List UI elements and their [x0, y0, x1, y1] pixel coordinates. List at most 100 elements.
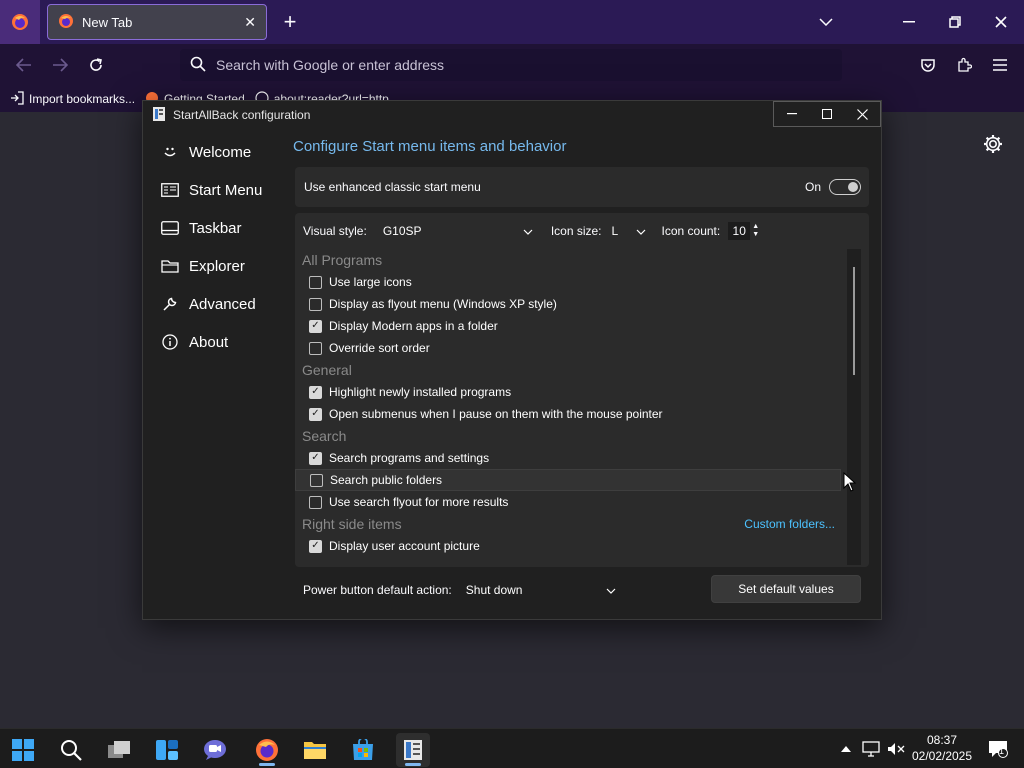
- widgets-icon[interactable]: [150, 733, 184, 767]
- notification-count: 1: [999, 746, 1005, 756]
- tab-new-tab[interactable]: New Tab ✕: [47, 4, 267, 40]
- checkbox-label: Open submenus when I pause on them with …: [329, 407, 663, 421]
- url-input[interactable]: [216, 57, 776, 73]
- teams-chat-icon[interactable]: [198, 733, 232, 767]
- hamburger-menu-icon[interactable]: [986, 52, 1014, 78]
- checkbox-label: Use search flyout for more results: [329, 495, 509, 509]
- visual-style-value: G10SP: [382, 224, 422, 238]
- checkbox-label: Display as flyout menu (Windows XP style…: [329, 297, 557, 311]
- dialog-minimize-button[interactable]: [774, 102, 809, 126]
- group-header: General: [295, 359, 841, 381]
- bookmark-import[interactable]: Import bookmarks...: [10, 90, 135, 108]
- minimize-window-button[interactable]: [886, 0, 932, 44]
- checkbox-checked[interactable]: ✓: [309, 385, 322, 399]
- icon-count-stepper[interactable]: 10 ▲ ▼: [728, 222, 759, 240]
- checkbox-row[interactable]: ✓ Search programs and settings: [295, 447, 841, 469]
- checkbox-row[interactable]: Search public folders: [295, 469, 841, 491]
- sidebar-item-explorer[interactable]: Explorer: [143, 247, 283, 285]
- volume-muted-icon[interactable]: [886, 737, 906, 761]
- checkbox-row[interactable]: ✓ Highlight newly installed programs: [295, 381, 841, 403]
- browser-tab-bar: New Tab ✕ +: [0, 0, 1024, 44]
- group-header-label: General: [302, 362, 352, 378]
- toggle-state-label: On: [804, 180, 821, 194]
- dialog-close-button[interactable]: [845, 102, 880, 126]
- dialog-titlebar[interactable]: StartAllBack configuration: [143, 101, 881, 129]
- back-arrow-icon[interactable]: [10, 52, 38, 78]
- firefox-taskbar-icon[interactable]: [250, 733, 284, 767]
- set-default-values-button[interactable]: Set default values: [711, 575, 861, 603]
- checkbox-unchecked[interactable]: [309, 341, 322, 355]
- dialog-title: StartAllBack configuration: [173, 108, 311, 122]
- checkbox-row[interactable]: Use search flyout for more results: [295, 491, 841, 513]
- sidebar-item-taskbar[interactable]: Taskbar: [143, 209, 283, 247]
- checkbox-label: Display user account picture: [329, 539, 480, 553]
- info-icon: [161, 333, 179, 351]
- checkbox-unchecked[interactable]: [309, 297, 322, 311]
- checkbox-checked[interactable]: ✓: [309, 539, 322, 553]
- microsoft-store-icon[interactable]: [346, 733, 380, 767]
- scrollbar-thumb[interactable]: [853, 267, 855, 375]
- checkbox-row[interactable]: ✓ Display Modern apps in a folder: [295, 315, 841, 337]
- pocket-icon[interactable]: [914, 52, 942, 78]
- options-scrollbar[interactable]: [847, 249, 861, 565]
- enhanced-start-menu-toggle[interactable]: On: [805, 179, 861, 195]
- dialog-maximize-button[interactable]: [809, 102, 844, 126]
- firefox-menu-icon[interactable]: [0, 0, 40, 44]
- reload-icon[interactable]: [82, 52, 110, 78]
- power-action-select[interactable]: Shut down: [462, 579, 616, 601]
- stepper-down-icon[interactable]: ▼: [752, 231, 759, 239]
- checkbox-checked[interactable]: ✓: [309, 407, 322, 421]
- restore-window-button[interactable]: [932, 0, 978, 44]
- search-icon[interactable]: [54, 733, 88, 767]
- checkbox-row[interactable]: ✓ Display user account picture: [295, 535, 841, 557]
- sidebar-item-advanced[interactable]: Advanced: [143, 285, 283, 323]
- folder-icon: [161, 257, 179, 275]
- close-tab-icon[interactable]: ✕: [244, 14, 256, 31]
- checkbox-row[interactable]: Display as flyout menu (Windows XP style…: [295, 293, 841, 315]
- sidebar-item-welcome[interactable]: Welcome: [143, 133, 283, 171]
- extensions-icon[interactable]: [950, 52, 978, 78]
- custom-folders-link[interactable]: Custom folders...: [744, 513, 841, 535]
- list-all-tabs-icon[interactable]: [812, 10, 840, 34]
- task-view-icon[interactable]: [102, 733, 136, 767]
- checkbox-unchecked[interactable]: [310, 473, 323, 487]
- start-menu-icon: [161, 181, 179, 199]
- notification-center-icon[interactable]: 1: [986, 737, 1010, 761]
- address-bar[interactable]: [180, 49, 842, 81]
- sidebar-item-about[interactable]: About: [143, 323, 283, 361]
- stepper-arrows[interactable]: ▲ ▼: [752, 223, 759, 239]
- checkbox-checked[interactable]: ✓: [309, 451, 322, 465]
- checkbox-row[interactable]: Use large icons: [295, 271, 841, 293]
- new-tab-button[interactable]: +: [276, 8, 304, 36]
- forward-arrow-icon[interactable]: [46, 52, 74, 78]
- close-window-button[interactable]: [978, 0, 1024, 44]
- gear-icon[interactable]: [982, 133, 1004, 155]
- stepper-up-icon[interactable]: ▲: [752, 223, 759, 231]
- startallback-config-window: StartAllBack configuration Welcome Start…: [142, 100, 882, 620]
- sidebar-item-start-menu[interactable]: Start Menu: [143, 171, 283, 209]
- windows-start-icon[interactable]: [6, 733, 40, 767]
- import-icon: [10, 90, 24, 108]
- active-app-indicator: [405, 763, 421, 766]
- icon-size-select[interactable]: L: [608, 220, 646, 242]
- page-title: Configure Start menu items and behavior: [293, 138, 567, 155]
- checkbox-label: Display Modern apps in a folder: [329, 319, 498, 333]
- network-icon[interactable]: [860, 737, 882, 761]
- visual-style-select[interactable]: G10SP: [375, 220, 533, 242]
- toggle-switch[interactable]: [829, 179, 861, 195]
- chevron-up-icon[interactable]: [838, 737, 854, 761]
- checkbox-unchecked[interactable]: [309, 275, 322, 289]
- checkbox-row[interactable]: Override sort order: [295, 337, 841, 359]
- checkbox-row[interactable]: ✓ Open submenus when I pause on them with…: [295, 403, 841, 425]
- checkbox-checked[interactable]: ✓: [309, 319, 322, 333]
- startallback-taskbar-icon[interactable]: [396, 733, 430, 767]
- sidebar-item-label: Advanced: [189, 295, 256, 313]
- search-icon: [190, 56, 206, 75]
- system-clock[interactable]: 08:37 02/02/2025: [908, 732, 976, 764]
- wrench-icon: [161, 295, 179, 313]
- file-explorer-icon[interactable]: [298, 733, 332, 767]
- icon-size-value: L: [611, 224, 619, 238]
- icon-count-value[interactable]: 10: [728, 222, 751, 240]
- checkbox-unchecked[interactable]: [309, 495, 322, 509]
- power-action-value: Shut down: [465, 583, 523, 597]
